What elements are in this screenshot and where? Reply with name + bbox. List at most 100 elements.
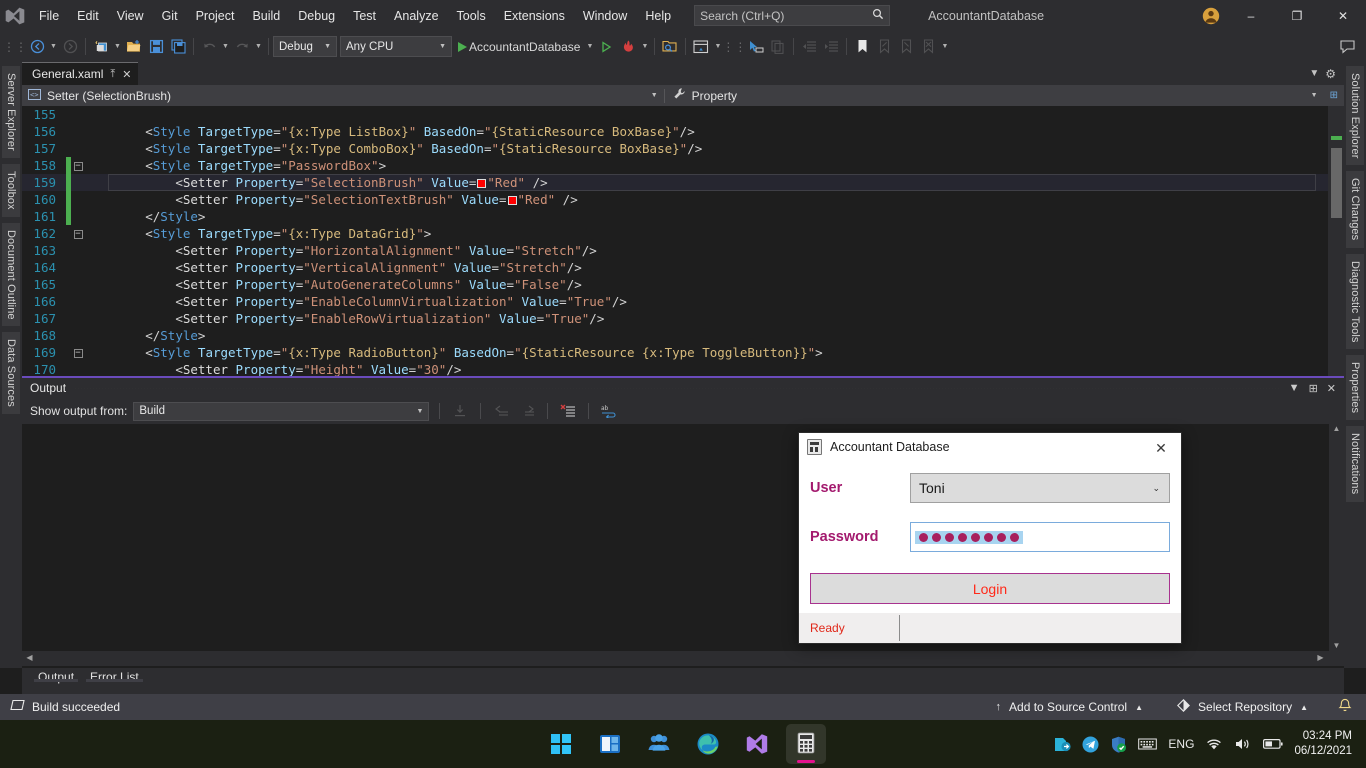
dock-tab-document-outline[interactable]: Document Outline (2, 222, 20, 327)
dock-tab-solution-explorer[interactable]: Solution Explorer (1346, 66, 1364, 166)
maximize-button[interactable]: ❐ (1274, 0, 1320, 31)
bottom-tab-output[interactable]: Output (30, 668, 82, 684)
code-editor[interactable]: 155 156 <Style TargetType="{x:Type ListBo… (22, 106, 1344, 376)
code-line[interactable]: 158 − <Style TargetType="PasswordBox"> (22, 157, 1344, 174)
tab-list-dropdown-icon[interactable]: ▼ (1309, 68, 1319, 79)
breadcrumb-left[interactable]: <> Setter (SelectionBrush) (22, 88, 645, 103)
close-tab-icon[interactable]: ✕ (122, 68, 131, 81)
menu-item-analyze[interactable]: Analyze (385, 5, 447, 27)
clear-all-icon[interactable] (558, 401, 578, 421)
dock-tab-data-sources[interactable]: Data Sources (2, 332, 20, 415)
save-all-icon[interactable] (167, 36, 189, 58)
start-debug-dropdown-icon[interactable]: ▼ (584, 43, 595, 50)
menu-item-extensions[interactable]: Extensions (495, 5, 574, 27)
color-swatch-icon[interactable] (477, 179, 487, 188)
dialog-title-bar[interactable]: Accountant Database ✕ (799, 433, 1181, 461)
dock-tab-properties[interactable]: Properties (1346, 355, 1364, 421)
select-repository-label[interactable]: Select Repository (1198, 700, 1292, 714)
find-in-files-icon[interactable] (659, 36, 681, 58)
dialog-close-button[interactable]: ✕ (1145, 437, 1177, 459)
scroll-left-arrow-icon[interactable]: ◀ (24, 653, 35, 664)
toggle-bookmark-icon[interactable] (851, 36, 873, 58)
panel-dock-icon[interactable]: ⊞ (1309, 382, 1318, 395)
editor-scroll-thumb[interactable] (1331, 148, 1342, 218)
feedback-icon[interactable] (1336, 36, 1358, 58)
bottom-tab-error-list[interactable]: Error List (82, 668, 147, 684)
menu-item-tools[interactable]: Tools (448, 5, 495, 27)
add-to-source-control-label[interactable]: Add to Source Control (1009, 700, 1127, 714)
new-project-icon[interactable] (90, 36, 112, 58)
menu-item-git[interactable]: Git (153, 5, 187, 27)
teams-icon[interactable] (639, 724, 679, 764)
code-line[interactable]: 164 <Setter Property="VerticalAlignment"… (22, 259, 1344, 276)
document-tab-general-xaml[interactable]: General.xaml ⤒ ✕ (22, 62, 139, 85)
close-button[interactable]: ✕ (1320, 0, 1366, 31)
code-line[interactable]: 156 <Style TargetType="{x:Type ListBox}"… (22, 123, 1344, 140)
defender-icon[interactable] (1110, 736, 1127, 753)
code-line[interactable]: 169 − <Style TargetType="{x:Type RadioBut… (22, 344, 1344, 361)
start-debug-icon[interactable] (458, 41, 467, 52)
pin-tab-icon[interactable]: ⤒ (110, 68, 115, 81)
panel-dropdown-icon[interactable]: ▼ (1289, 382, 1300, 395)
user-avatar[interactable] (1194, 0, 1228, 31)
panel-close-icon[interactable]: ✕ (1327, 382, 1336, 395)
search-input[interactable]: Search (Ctrl+Q) (694, 5, 891, 26)
source-control-dropdown-icon[interactable]: ▲ (1135, 703, 1143, 712)
wifi-icon[interactable] (1205, 737, 1223, 751)
editor-settings-gear-icon[interactable]: ⚙ (1325, 67, 1336, 81)
scroll-up-arrow-icon[interactable]: ▲ (1331, 424, 1342, 435)
battery-icon[interactable] (1263, 738, 1284, 750)
speaker-icon[interactable] (1234, 737, 1252, 751)
start-without-debugging-icon[interactable] (595, 36, 617, 58)
menu-item-edit[interactable]: Edit (68, 5, 108, 27)
code-line[interactable]: 167 <Setter Property="EnableRowVirtualiz… (22, 310, 1344, 327)
menu-item-view[interactable]: View (108, 5, 153, 27)
sync-icon[interactable] (1054, 736, 1072, 753)
password-input[interactable] (910, 522, 1170, 552)
input-language[interactable]: ENG (1168, 737, 1194, 751)
code-line[interactable]: 170 <Setter Property="Height" Value="30"… (22, 361, 1344, 376)
code-line[interactable]: 168 </Style> (22, 327, 1344, 344)
breadcrumb-split-icon[interactable]: ⊞ (1324, 90, 1344, 101)
new-project-dropdown-icon[interactable]: ▼ (112, 43, 123, 50)
fold-toggle[interactable]: − (71, 161, 85, 171)
nav-back-dropdown-icon[interactable]: ▼ (48, 43, 59, 50)
taskbar-clock[interactable]: 03:24 PM 06/12/2021 (1294, 729, 1352, 759)
open-file-icon[interactable] (123, 36, 145, 58)
navigate-backward-icon[interactable] (26, 36, 48, 58)
keyboard-icon[interactable] (1138, 737, 1158, 751)
git-repo-icon[interactable] (1177, 699, 1191, 715)
menu-item-test[interactable]: Test (344, 5, 385, 27)
code-line[interactable]: 163 <Setter Property="HorizontalAlignmen… (22, 242, 1344, 259)
window-layout-icon[interactable] (690, 36, 712, 58)
telegram-icon[interactable] (1082, 736, 1099, 753)
code-line[interactable]: 157 <Style TargetType="{x:Type ComboBox}… (22, 140, 1344, 157)
menu-item-window[interactable]: Window (574, 5, 636, 27)
up-arrow-icon[interactable]: ↑ (996, 701, 1002, 713)
start-icon[interactable] (541, 724, 581, 764)
toolbar-overflow-icon[interactable]: ▼ (939, 43, 950, 50)
hot-reload-icon[interactable] (617, 36, 639, 58)
solution-configuration-combo[interactable]: Debug ▼ (273, 36, 337, 57)
menu-item-help[interactable]: Help (636, 5, 680, 27)
output-source-combo[interactable]: Build ▼ (133, 401, 430, 421)
minimize-button[interactable]: – (1228, 0, 1274, 31)
dock-tab-diagnostic-tools[interactable]: Diagnostic Tools (1346, 253, 1364, 350)
repository-dropdown-icon[interactable]: ▲ (1300, 703, 1308, 712)
code-line[interactable]: 160 <Setter Property="SelectionTextBrush… (22, 191, 1344, 208)
menu-item-project[interactable]: Project (187, 5, 244, 27)
dock-tab-server-explorer[interactable]: Server Explorer (2, 66, 20, 158)
visual-studio-icon[interactable] (737, 724, 777, 764)
widgets-icon[interactable] (590, 724, 630, 764)
start-debug-label[interactable]: AccountantDatabase (469, 40, 580, 54)
code-line[interactable]: 162 − <Style TargetType="{x:Type DataGrid… (22, 225, 1344, 242)
breadcrumb-right[interactable]: Property (665, 87, 1305, 105)
dock-tab-toolbox[interactable]: Toolbox (2, 163, 20, 217)
menu-item-build[interactable]: Build (243, 5, 289, 27)
fold-toggle[interactable]: − (71, 229, 85, 239)
menu-item-debug[interactable]: Debug (289, 5, 344, 27)
bell-icon[interactable] (1338, 698, 1352, 716)
pointer-select-icon[interactable] (745, 36, 767, 58)
login-button[interactable]: Login (810, 573, 1170, 604)
code-line[interactable]: 159 <Setter Property="SelectionBrush" Va… (22, 174, 1344, 191)
